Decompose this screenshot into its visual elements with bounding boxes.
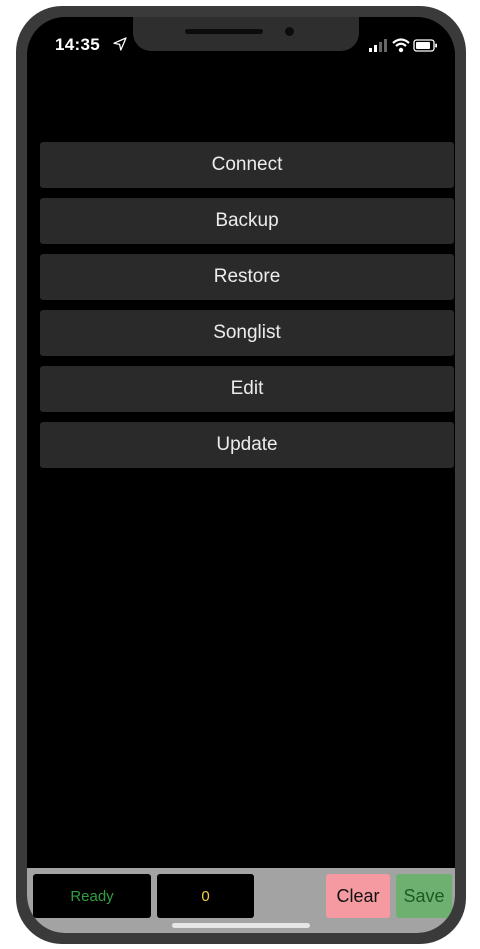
edit-button[interactable]: Edit	[40, 366, 454, 412]
update-button[interactable]: Update	[40, 422, 454, 468]
backup-button[interactable]: Backup	[40, 198, 454, 244]
songlist-button[interactable]: Songlist	[40, 310, 454, 356]
screen: 14:35 Connect Backup Restore Songlist Ed…	[27, 17, 455, 933]
main-menu: Connect Backup Restore Songlist Edit Upd…	[40, 142, 454, 478]
status-time: 14:35	[55, 35, 100, 54]
battery-icon	[413, 39, 437, 52]
save-button[interactable]: Save	[396, 874, 452, 918]
location-arrow-icon	[113, 37, 127, 51]
restore-button[interactable]: Restore	[40, 254, 454, 300]
notch	[133, 17, 359, 51]
status-display: Ready	[33, 874, 151, 918]
clear-button[interactable]: Clear	[326, 874, 390, 918]
speaker-grille	[185, 29, 263, 34]
cellular-signal-icon	[369, 39, 387, 52]
phone-frame: 14:35 Connect Backup Restore Songlist Ed…	[16, 6, 466, 944]
status-icons	[369, 38, 437, 53]
front-camera	[285, 27, 294, 36]
wifi-icon	[392, 38, 410, 53]
count-display: 0	[157, 874, 254, 918]
connect-button[interactable]: Connect	[40, 142, 454, 188]
home-indicator[interactable]	[172, 923, 310, 928]
